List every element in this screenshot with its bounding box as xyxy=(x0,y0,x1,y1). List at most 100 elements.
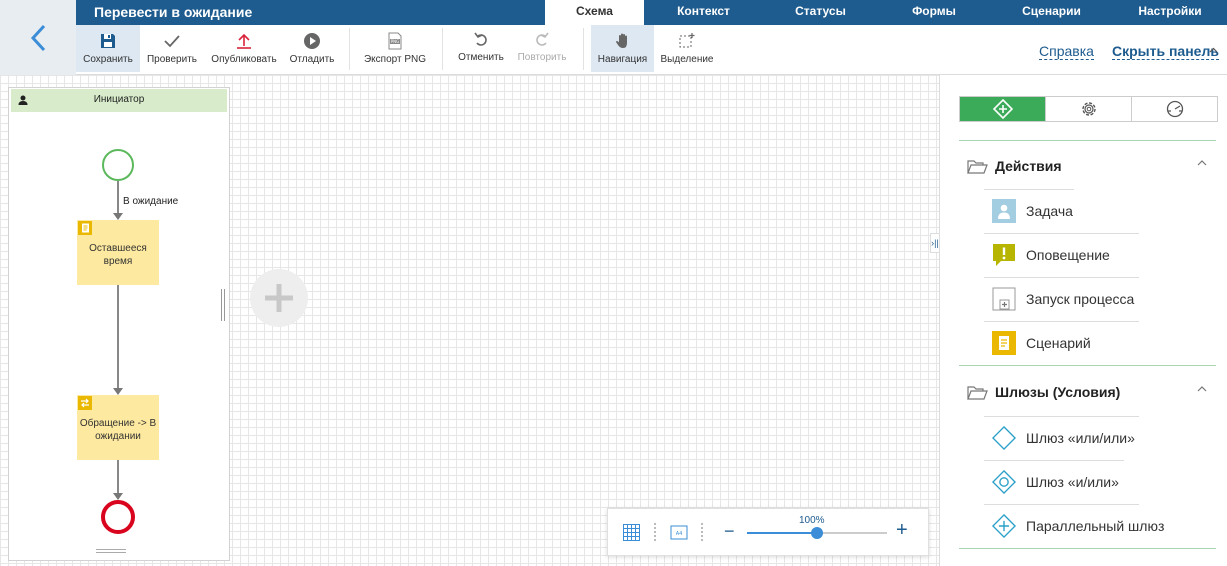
navigation-button[interactable]: Навигация xyxy=(591,25,654,72)
user-task-icon xyxy=(992,199,1016,223)
check-label: Проверить xyxy=(146,54,197,65)
redo-label: Повторить xyxy=(517,52,567,63)
section-gateways[interactable]: Шлюзы (Условия) xyxy=(967,381,1207,405)
zoom-divider xyxy=(654,523,656,541)
upload-icon xyxy=(237,33,251,49)
gateway-or-icon xyxy=(992,469,1016,495)
folder-open-icon xyxy=(967,386,988,400)
add-lane-button[interactable] xyxy=(250,269,308,327)
app-root: Перевести в ожидание Схема Контекст Стат… xyxy=(0,0,1227,566)
sequence-flow xyxy=(117,181,119,213)
debug-button[interactable]: Отладить xyxy=(284,25,340,72)
selection-label: Выделение xyxy=(660,54,714,65)
tab-scenarios[interactable]: Сценарии xyxy=(990,0,1113,25)
start-event[interactable] xyxy=(102,149,134,181)
panel-tabs xyxy=(959,96,1218,122)
zoom-percent: 100% xyxy=(799,515,825,526)
undo-label: Отменить xyxy=(458,52,504,63)
script-icon xyxy=(992,331,1016,355)
section-actions[interactable]: Действия xyxy=(967,155,1207,179)
lane-resize-handle[interactable] xyxy=(221,289,225,321)
panel-divider xyxy=(959,365,1216,366)
tab-properties[interactable] xyxy=(1046,97,1132,121)
back-button[interactable] xyxy=(0,0,76,75)
chevron-up-icon[interactable] xyxy=(1209,47,1218,53)
tab-context[interactable]: Контекст xyxy=(644,0,763,25)
png-file-icon: PNG xyxy=(388,32,402,50)
gateway-parallel-icon xyxy=(992,513,1016,539)
item-label: Запуск процесса xyxy=(1026,291,1135,307)
selection-button[interactable]: Выделение xyxy=(658,25,716,72)
check-button[interactable]: Проверить xyxy=(142,25,202,72)
svg-text:A4: A4 xyxy=(676,531,683,537)
save-button[interactable]: Сохранить xyxy=(76,25,140,72)
item-label: Шлюз «и/или» xyxy=(1026,474,1119,490)
diagram-canvas[interactable]: Инициатор В ожидание Оставшееся время Об… xyxy=(0,75,939,566)
diamond-plus-icon xyxy=(992,99,1013,119)
item-divider xyxy=(984,321,1139,322)
grid-icon[interactable] xyxy=(623,524,640,541)
gear-icon xyxy=(1081,102,1096,116)
zoom-slider-knob[interactable] xyxy=(811,527,823,539)
task-label: Обращение -> В ожидании xyxy=(79,418,157,442)
panel-divider xyxy=(959,140,1216,141)
redo-icon xyxy=(536,32,549,46)
sequence-flow xyxy=(117,285,119,389)
save-label: Сохранить xyxy=(83,54,133,65)
item-label: Задача xyxy=(1026,203,1073,219)
plus-icon xyxy=(265,284,293,312)
hide-panel-link[interactable]: Скрыть панель xyxy=(1112,43,1219,60)
tab-forms[interactable]: Формы xyxy=(878,0,990,25)
folder-open-icon xyxy=(967,160,988,174)
item-divider xyxy=(984,504,1139,505)
zoom-in-button[interactable]: + xyxy=(896,520,908,540)
lane-bottom-handle[interactable] xyxy=(96,549,126,553)
item-divider xyxy=(984,416,1139,417)
redo-button[interactable]: Повторить xyxy=(514,25,570,72)
page-size-icon[interactable]: A4 xyxy=(670,524,688,541)
swap-arrows-icon xyxy=(81,398,89,408)
tab-statuses[interactable]: Статусы xyxy=(763,0,878,25)
arrow-head xyxy=(113,388,123,395)
item-divider xyxy=(984,233,1139,234)
section-title: Действия xyxy=(995,158,1062,174)
floppy-icon xyxy=(101,34,115,48)
item-label: Сценарий xyxy=(1026,335,1091,351)
zoom-toolbar: A4 − 100% + xyxy=(607,508,929,556)
selection-icon xyxy=(679,33,695,48)
item-label: Оповещение xyxy=(1026,247,1110,263)
toolbar-divider xyxy=(442,28,443,70)
undo-button[interactable]: Отменить xyxy=(454,25,508,72)
item-label: Параллельный шлюз xyxy=(1026,518,1165,534)
hand-icon xyxy=(615,33,627,48)
export-png-button[interactable]: PNG Экспорт PNG xyxy=(358,25,432,72)
undo-icon xyxy=(474,32,487,46)
checkmark-icon xyxy=(164,35,180,48)
tab-monitor[interactable] xyxy=(1132,97,1217,121)
notification-icon xyxy=(992,243,1016,267)
zoom-slider[interactable] xyxy=(747,527,887,539)
item-divider xyxy=(984,460,1124,461)
lane-header[interactable]: Инициатор xyxy=(11,89,227,112)
toolbar-divider xyxy=(349,28,350,70)
task-status-change[interactable]: Обращение -> В ожидании xyxy=(77,395,159,460)
script-icon xyxy=(81,223,89,233)
panel-divider xyxy=(959,548,1216,549)
tab-settings[interactable]: Настройки xyxy=(1113,0,1227,25)
page-title: Перевести в ожидание xyxy=(94,4,253,20)
end-event[interactable] xyxy=(101,500,135,534)
arrow-head xyxy=(113,213,123,220)
tab-elements[interactable] xyxy=(960,97,1046,121)
elements-panel: Действия Задача Оповещение Запуск процес… xyxy=(939,75,1227,566)
item-label: Шлюз «или/или» xyxy=(1026,430,1135,446)
publish-label: Опубликовать xyxy=(211,54,277,65)
toolbar: Сохранить Проверить Опубликовать Отладит… xyxy=(76,25,1227,75)
tab-schema[interactable]: Схема xyxy=(545,0,644,25)
script-badge xyxy=(78,221,92,235)
flow-label[interactable]: В ожидание xyxy=(123,196,178,207)
item-divider xyxy=(984,277,1139,278)
zoom-out-button[interactable]: − xyxy=(724,521,735,541)
task-remaining-time[interactable]: Оставшееся время xyxy=(77,220,159,285)
help-link[interactable]: Справка xyxy=(1039,43,1094,60)
publish-button[interactable]: Опубликовать xyxy=(208,25,280,72)
